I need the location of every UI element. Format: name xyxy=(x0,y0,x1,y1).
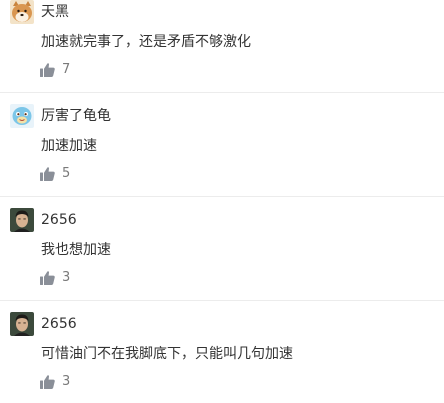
username[interactable]: 天黑 xyxy=(41,3,69,21)
man-portrait-avatar-icon xyxy=(10,312,34,336)
comment-item: 天黑 加速就完事了，还是矛盾不够激化 7 xyxy=(0,0,444,104)
comment-text: 可惜油门不在我脚底下，只能叫几句加速 xyxy=(41,346,293,362)
comment-text: 加速就完事了，还是矛盾不够激化 xyxy=(41,34,251,50)
man-portrait-avatar-icon xyxy=(10,208,34,232)
like-count: 3 xyxy=(62,270,71,285)
divider xyxy=(0,300,444,301)
username[interactable]: 2656 xyxy=(41,211,77,229)
comment-item: 2656 我也想加速 3 xyxy=(0,208,444,312)
comment-item: 厉害了龟龟 加速加速 5 xyxy=(0,104,444,208)
like-button[interactable]: 7 xyxy=(40,62,70,78)
avatar[interactable] xyxy=(10,208,34,232)
comment-text: 加速加速 xyxy=(41,138,97,154)
avatar[interactable] xyxy=(10,0,34,24)
squirtle-avatar-icon xyxy=(10,104,34,128)
thumbs-up-icon xyxy=(40,375,55,389)
avatar[interactable] xyxy=(10,312,34,336)
comment-list: 天黑 加速就完事了，还是矛盾不够激化 7 厉害了龟龟 加速加速 5 2656 我… xyxy=(0,0,444,403)
like-count: 5 xyxy=(62,166,71,181)
comment-text: 我也想加速 xyxy=(41,242,111,258)
username[interactable]: 2656 xyxy=(41,315,77,333)
like-count: 3 xyxy=(62,374,71,389)
like-button[interactable]: 3 xyxy=(40,374,70,390)
avatar[interactable] xyxy=(10,104,34,128)
thumbs-up-icon xyxy=(40,63,55,77)
divider xyxy=(0,196,444,197)
username[interactable]: 厉害了龟龟 xyxy=(41,107,111,125)
like-button[interactable]: 5 xyxy=(40,166,70,182)
like-button[interactable]: 3 xyxy=(40,270,70,286)
comment-item: 2656 可惜油门不在我脚底下，只能叫几句加速 3 xyxy=(0,312,444,403)
shiba-dog-avatar-icon xyxy=(10,0,34,24)
divider xyxy=(0,92,444,93)
thumbs-up-icon xyxy=(40,167,55,181)
like-count: 7 xyxy=(62,62,71,77)
thumbs-up-icon xyxy=(40,271,55,285)
